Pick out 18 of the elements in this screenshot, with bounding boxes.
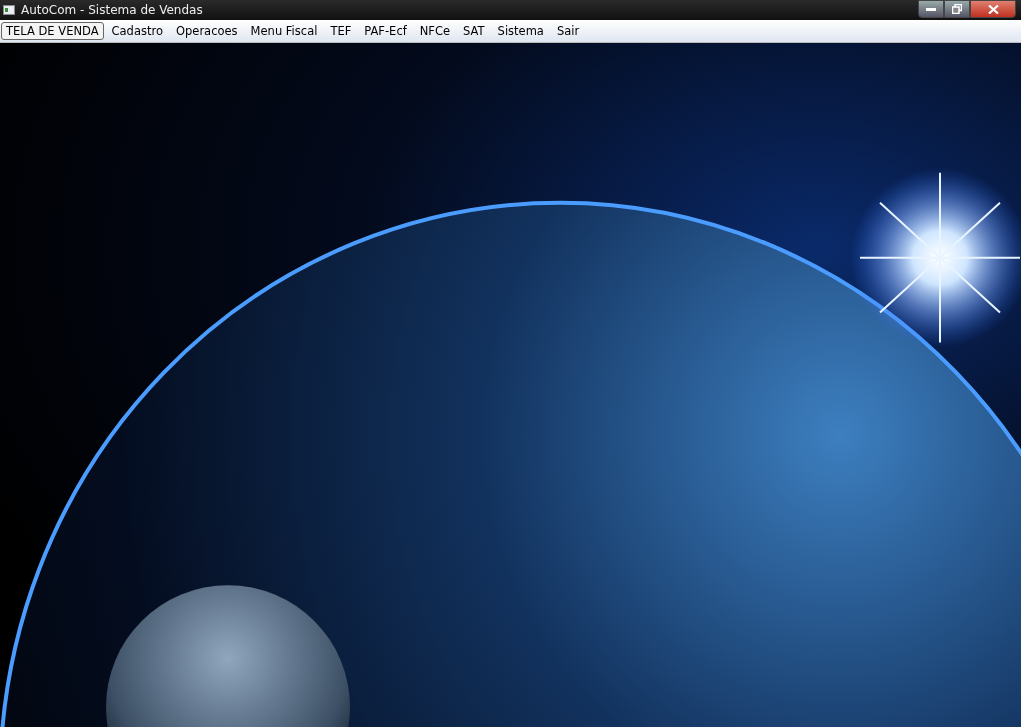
menu-item[interactable]: Operacoes xyxy=(170,22,243,40)
menu-item[interactable]: TEF xyxy=(325,22,357,40)
menu-item[interactable]: NFCe xyxy=(414,22,456,40)
menu-item[interactable]: Sistema xyxy=(492,22,549,40)
app-icon xyxy=(3,5,15,15)
restore-button[interactable] xyxy=(944,0,970,18)
menu-item[interactable]: PAF-Ecf xyxy=(359,22,412,40)
menu-item[interactable]: Sair xyxy=(551,22,585,40)
close-button[interactable] xyxy=(970,0,1016,18)
close-icon xyxy=(987,4,999,14)
menu-item[interactable]: TELA DE VENDA xyxy=(1,22,104,40)
menu-item[interactable]: Cadastro xyxy=(106,22,168,40)
menu-item[interactable]: SAT xyxy=(458,22,490,40)
minimize-icon xyxy=(926,7,936,11)
restore-icon xyxy=(952,4,962,14)
minimize-button[interactable] xyxy=(918,0,944,18)
menu-item[interactable]: Menu Fiscal xyxy=(245,22,323,40)
window-title: AutoCom - Sistema de Vendas xyxy=(21,3,203,17)
